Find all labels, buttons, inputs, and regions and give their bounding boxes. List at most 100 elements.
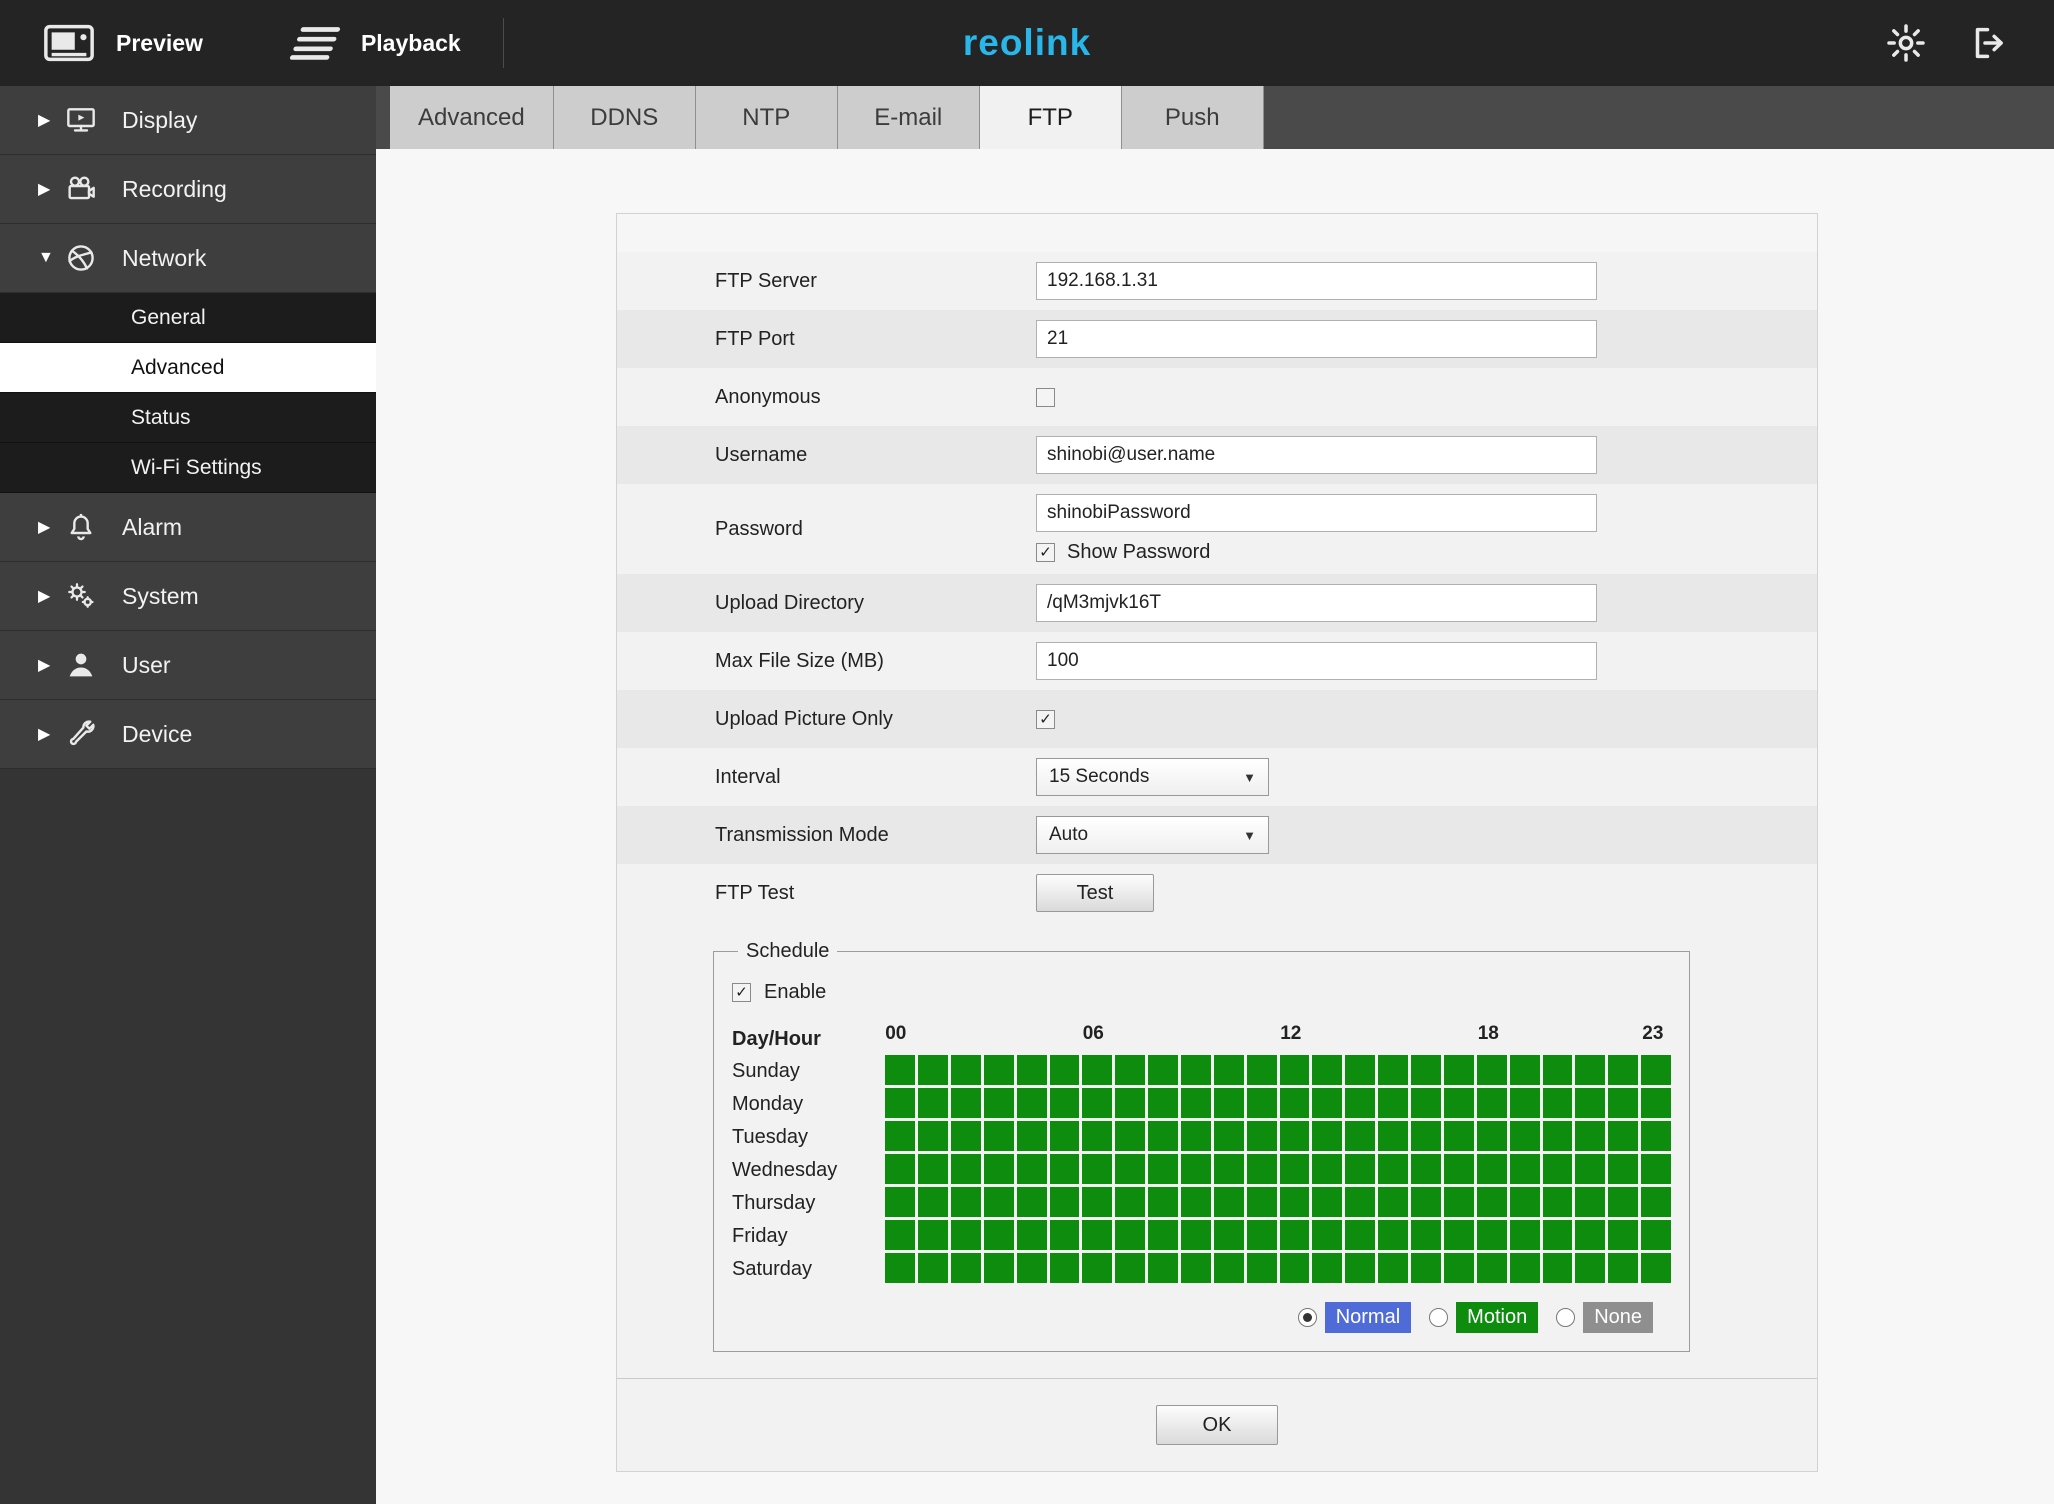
schedule-cell[interactable]: [1378, 1121, 1409, 1151]
schedule-cell[interactable]: [1279, 1055, 1310, 1085]
schedule-cell[interactable]: [1345, 1253, 1376, 1283]
schedule-cell[interactable]: [1180, 1154, 1211, 1184]
schedule-cell[interactable]: [1608, 1154, 1639, 1184]
schedule-cell[interactable]: [1345, 1220, 1376, 1250]
schedule-cell[interactable]: [1476, 1253, 1507, 1283]
schedule-cell[interactable]: [1476, 1055, 1507, 1085]
schedule-cell[interactable]: [1148, 1055, 1178, 1085]
tab-ntp[interactable]: NTP: [695, 86, 838, 149]
schedule-cell[interactable]: [1641, 1055, 1671, 1085]
schedule-cell[interactable]: [983, 1187, 1014, 1217]
logout-icon[interactable]: [1970, 23, 2010, 63]
schedule-cell[interactable]: [1411, 1088, 1441, 1118]
mode-badge-motion[interactable]: Motion: [1456, 1302, 1539, 1333]
upload-picture-only-checkbox[interactable]: ✓: [1036, 709, 1055, 729]
schedule-cell[interactable]: [1345, 1187, 1376, 1217]
schedule-cell[interactable]: [1509, 1088, 1540, 1118]
schedule-cell[interactable]: [983, 1121, 1014, 1151]
schedule-cell[interactable]: [1246, 1187, 1277, 1217]
schedule-cell[interactable]: [950, 1253, 981, 1283]
schedule-cell[interactable]: [1312, 1121, 1343, 1151]
schedule-cell[interactable]: [1443, 1088, 1474, 1118]
schedule-cell[interactable]: [1082, 1187, 1113, 1217]
schedule-cell[interactable]: [1542, 1055, 1573, 1085]
schedule-cell[interactable]: [1246, 1055, 1277, 1085]
schedule-enable-checkbox[interactable]: ✓: [732, 982, 751, 1002]
schedule-cell[interactable]: [950, 1088, 981, 1118]
schedule-cell[interactable]: [1279, 1220, 1310, 1250]
schedule-cell[interactable]: [1279, 1154, 1310, 1184]
schedule-cell[interactable]: [1476, 1220, 1507, 1250]
schedule-cell[interactable]: [1049, 1187, 1080, 1217]
schedule-cell[interactable]: [1443, 1253, 1474, 1283]
schedule-cell[interactable]: [1016, 1220, 1047, 1250]
sidebar-item-alarm[interactable]: ▶ Alarm: [0, 493, 376, 562]
schedule-cell[interactable]: [950, 1055, 981, 1085]
schedule-cell[interactable]: [1213, 1055, 1244, 1085]
schedule-cell[interactable]: [1148, 1121, 1178, 1151]
schedule-cell[interactable]: [1345, 1055, 1376, 1085]
schedule-cell[interactable]: [1411, 1253, 1441, 1283]
schedule-cell[interactable]: [1115, 1088, 1146, 1118]
ok-button[interactable]: OK: [1156, 1405, 1278, 1445]
schedule-cell[interactable]: [918, 1121, 948, 1151]
schedule-cell[interactable]: [885, 1055, 916, 1085]
upload-directory-input[interactable]: [1036, 584, 1597, 622]
schedule-cell[interactable]: [1641, 1253, 1671, 1283]
schedule-cell[interactable]: [1049, 1253, 1080, 1283]
schedule-cell[interactable]: [1608, 1220, 1639, 1250]
schedule-cell[interactable]: [1476, 1121, 1507, 1151]
schedule-cell[interactable]: [1115, 1121, 1146, 1151]
schedule-cell[interactable]: [1279, 1121, 1310, 1151]
schedule-cell[interactable]: [1082, 1253, 1113, 1283]
schedule-cell[interactable]: [1443, 1121, 1474, 1151]
schedule-cell[interactable]: [885, 1220, 916, 1250]
schedule-cell[interactable]: [1213, 1121, 1244, 1151]
schedule-cell[interactable]: [918, 1253, 948, 1283]
schedule-cell[interactable]: [1575, 1088, 1606, 1118]
schedule-cell[interactable]: [1016, 1121, 1047, 1151]
schedule-cell[interactable]: [1246, 1154, 1277, 1184]
schedule-cell[interactable]: [1575, 1154, 1606, 1184]
schedule-cell[interactable]: [1049, 1055, 1080, 1085]
schedule-cell[interactable]: [1575, 1121, 1606, 1151]
schedule-cell[interactable]: [1312, 1187, 1343, 1217]
schedule-cell[interactable]: [1148, 1187, 1178, 1217]
schedule-cell[interactable]: [918, 1187, 948, 1217]
password-input[interactable]: [1036, 494, 1597, 532]
schedule-cell[interactable]: [1542, 1088, 1573, 1118]
schedule-cell[interactable]: [1115, 1055, 1146, 1085]
schedule-cell[interactable]: [950, 1220, 981, 1250]
schedule-cell[interactable]: [1312, 1220, 1343, 1250]
schedule-cell[interactable]: [1115, 1220, 1146, 1250]
schedule-cell[interactable]: [1082, 1055, 1113, 1085]
schedule-cell[interactable]: [1115, 1253, 1146, 1283]
interval-select[interactable]: 15 Seconds ▼: [1036, 758, 1269, 796]
schedule-cell[interactable]: [1213, 1220, 1244, 1250]
schedule-cell[interactable]: [1180, 1055, 1211, 1085]
schedule-cell[interactable]: [1279, 1088, 1310, 1118]
schedule-cell[interactable]: [1312, 1055, 1343, 1085]
schedule-cell[interactable]: [1312, 1154, 1343, 1184]
ftp-test-button[interactable]: Test: [1036, 874, 1154, 912]
transmission-mode-select[interactable]: Auto ▼: [1036, 816, 1269, 854]
tab-ddns[interactable]: DDNS: [553, 86, 696, 149]
schedule-cell[interactable]: [1575, 1055, 1606, 1085]
schedule-cell[interactable]: [1542, 1220, 1573, 1250]
tab-push[interactable]: Push: [1121, 86, 1264, 149]
tab-email[interactable]: E-mail: [837, 86, 980, 149]
schedule-cell[interactable]: [1016, 1253, 1047, 1283]
mode-radio-normal[interactable]: [1297, 1308, 1317, 1327]
schedule-cell[interactable]: [1443, 1187, 1474, 1217]
schedule-cell[interactable]: [1345, 1154, 1376, 1184]
sidebar-item-display[interactable]: ▶ Display: [0, 86, 376, 155]
schedule-cell[interactable]: [1378, 1187, 1409, 1217]
schedule-cell[interactable]: [1148, 1253, 1178, 1283]
sidebar-subitem-wifi-settings[interactable]: Wi-Fi Settings: [0, 443, 376, 493]
schedule-cell[interactable]: [1378, 1154, 1409, 1184]
max-file-size-input[interactable]: [1036, 642, 1597, 680]
schedule-cell[interactable]: [1082, 1088, 1113, 1118]
schedule-cell[interactable]: [1148, 1220, 1178, 1250]
schedule-cell[interactable]: [1279, 1187, 1310, 1217]
schedule-cell[interactable]: [1016, 1088, 1047, 1118]
